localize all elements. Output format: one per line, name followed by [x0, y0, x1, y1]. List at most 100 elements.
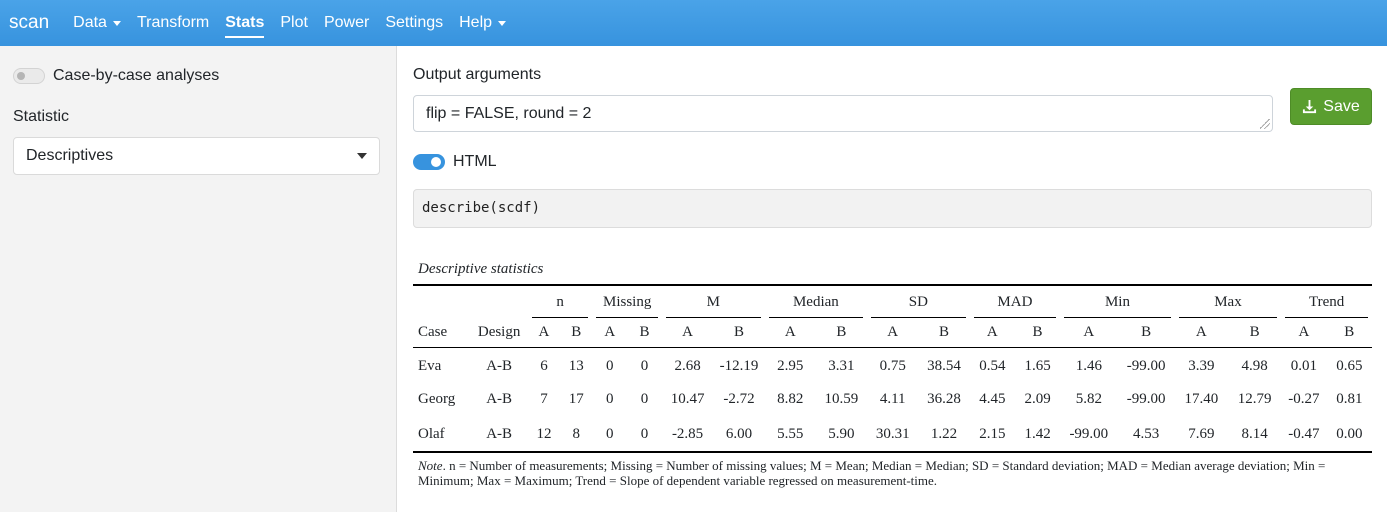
phase-a-header: A	[1174, 319, 1228, 348]
group-header-label: Trend	[1285, 288, 1368, 318]
nav-settings-label: Settings	[385, 14, 444, 31]
navbar: scan Data Transform Stats Plot Power Set…	[0, 0, 1387, 46]
save-button[interactable]: Save	[1290, 88, 1372, 125]
group-header-label: n	[531, 288, 589, 318]
value-cell: 17	[568, 391, 584, 407]
value-cell: 38.54	[927, 357, 961, 374]
nav-transform-label: Transform	[136, 14, 210, 31]
nav-help[interactable]: Help	[451, 0, 514, 46]
table-row: Georg A-B 7 17 0 0 10.47 -2.72 8.82 10.59 4.11 36.2…	[413, 382, 1372, 417]
table-row: Eva A-B 6 13 0 0 2.68 -12.19 2.95 3.31 0.75 38.54 0.…	[413, 347, 1372, 382]
value-cell: -12.19	[719, 357, 759, 374]
main-panel: Output arguments flip = FALSE, round = 2…	[398, 46, 1387, 512]
value-cell: 10.59	[824, 391, 859, 407]
note-label: Note	[418, 458, 443, 473]
value-cell: 7	[540, 391, 548, 407]
output-arguments-input[interactable]: flip = FALSE, round = 2	[413, 95, 1273, 132]
value-cell: -99.00	[1069, 425, 1109, 442]
html-toggle-label: HTML	[453, 153, 497, 170]
value-cell: 1.65	[1024, 357, 1051, 374]
value-cell: 5.82	[1075, 391, 1102, 407]
value-cell: 6	[540, 357, 548, 374]
group-header: n	[528, 285, 593, 319]
nav-plot[interactable]: Plot	[272, 0, 316, 46]
group-header: Missing	[592, 285, 661, 319]
toggle-knob	[17, 72, 25, 80]
html-toggle[interactable]	[413, 154, 445, 170]
table-row: Olaf A-B 12 8 0 0 -2.85 6.00 5.55 5.90 30.31 1.22 2.…	[413, 417, 1372, 452]
resize-handle-icon[interactable]	[1260, 119, 1270, 129]
group-header-label: Max	[1178, 288, 1278, 318]
value-cell: -99.00	[1126, 357, 1166, 374]
nav-settings[interactable]: Settings	[377, 0, 451, 46]
save-button-label: Save	[1323, 97, 1360, 115]
code-output: describe(scdf)	[413, 189, 1372, 228]
phase-a-header: A	[527, 319, 561, 348]
design-cell: A-B	[486, 391, 513, 407]
table-sub-header-row: Case Design AB AB AB AB AB AB AB AB AB	[413, 319, 1372, 348]
value-cell: 30.31	[875, 425, 910, 442]
brand-logo[interactable]: scan	[9, 0, 49, 46]
design-header: Design	[470, 319, 528, 348]
value-cell: -2.72	[723, 391, 755, 407]
group-header: Min	[1060, 285, 1175, 319]
nav-transform[interactable]: Transform	[129, 0, 217, 46]
group-header-label: M	[665, 288, 761, 318]
nav-data[interactable]: Data	[65, 0, 129, 46]
value-cell: 0	[640, 425, 649, 442]
nav-power-label: Power	[323, 14, 370, 31]
value-cell: 5.90	[828, 425, 855, 442]
value-cell: 17.40	[1184, 391, 1219, 407]
download-icon	[1303, 99, 1317, 114]
value-cell: 0.01	[1290, 357, 1318, 374]
value-cell: 5.55	[777, 425, 804, 442]
phase-b-header: B	[560, 319, 593, 348]
value-cell: 8.14	[1241, 425, 1268, 442]
group-header-label: MAD	[973, 288, 1057, 318]
nav-plot-label: Plot	[280, 14, 308, 31]
table-caption: Descriptive statistics	[418, 261, 544, 277]
phase-b-header: B	[1227, 319, 1282, 348]
group-header: SD	[867, 285, 970, 319]
value-cell: 0	[640, 357, 649, 374]
value-cell: 2.15	[979, 425, 1006, 442]
case-by-case-toggle[interactable]	[13, 68, 45, 84]
value-cell: 8.82	[777, 391, 804, 407]
output-arguments-label: Output arguments	[413, 66, 542, 83]
value-cell: -99.00	[1126, 391, 1166, 407]
descriptives-table-area: Descriptive statistics n Missing M Media…	[413, 258, 1372, 488]
descriptives-table: n Missing M Median SD MAD Min Max Trend …	[413, 284, 1372, 453]
group-header-label: SD	[871, 288, 966, 318]
case-by-case-toggle-row: Case-by-case analyses	[13, 67, 219, 85]
phase-a-header: A	[1060, 319, 1118, 348]
phase-b-header: B	[713, 319, 765, 348]
chevron-down-icon	[498, 20, 507, 26]
nav-data-label: Data	[73, 14, 107, 31]
nav-power[interactable]: Power	[316, 0, 377, 46]
value-cell: 6.00	[725, 425, 753, 442]
phase-a-header: A	[867, 319, 919, 348]
case-cell: Georg	[418, 391, 456, 407]
statistic-label: Statistic	[13, 108, 70, 125]
group-header-label: Min	[1064, 288, 1171, 318]
toggle-knob	[431, 157, 441, 167]
chevron-down-icon	[112, 20, 121, 26]
nav-stats-label: Stats	[225, 14, 265, 31]
output-arguments-value: flip = FALSE, round = 2	[426, 105, 592, 122]
nav-help-label: Help	[459, 14, 493, 31]
value-cell: 1.46	[1075, 357, 1102, 374]
group-header: M	[662, 285, 765, 319]
statistic-select[interactable]: Descriptives	[13, 137, 380, 175]
statistic-select-value: Descriptives	[26, 147, 114, 164]
value-cell: 12.79	[1237, 391, 1272, 407]
value-cell: 4.98	[1241, 357, 1268, 374]
phase-a-header: A	[592, 319, 628, 348]
phase-a-header: A	[661, 319, 714, 348]
table-note: Note. n = Number of measurements; Missin…	[413, 453, 1372, 488]
html-toggle-row: HTML	[413, 153, 497, 171]
nav-stats[interactable]: Stats	[217, 0, 272, 46]
group-header-label: Missing	[596, 288, 658, 318]
note-text: . n = Number of measurements; Missing = …	[418, 458, 1326, 488]
group-header: Trend	[1281, 285, 1372, 319]
value-cell: 2.09	[1024, 391, 1051, 407]
